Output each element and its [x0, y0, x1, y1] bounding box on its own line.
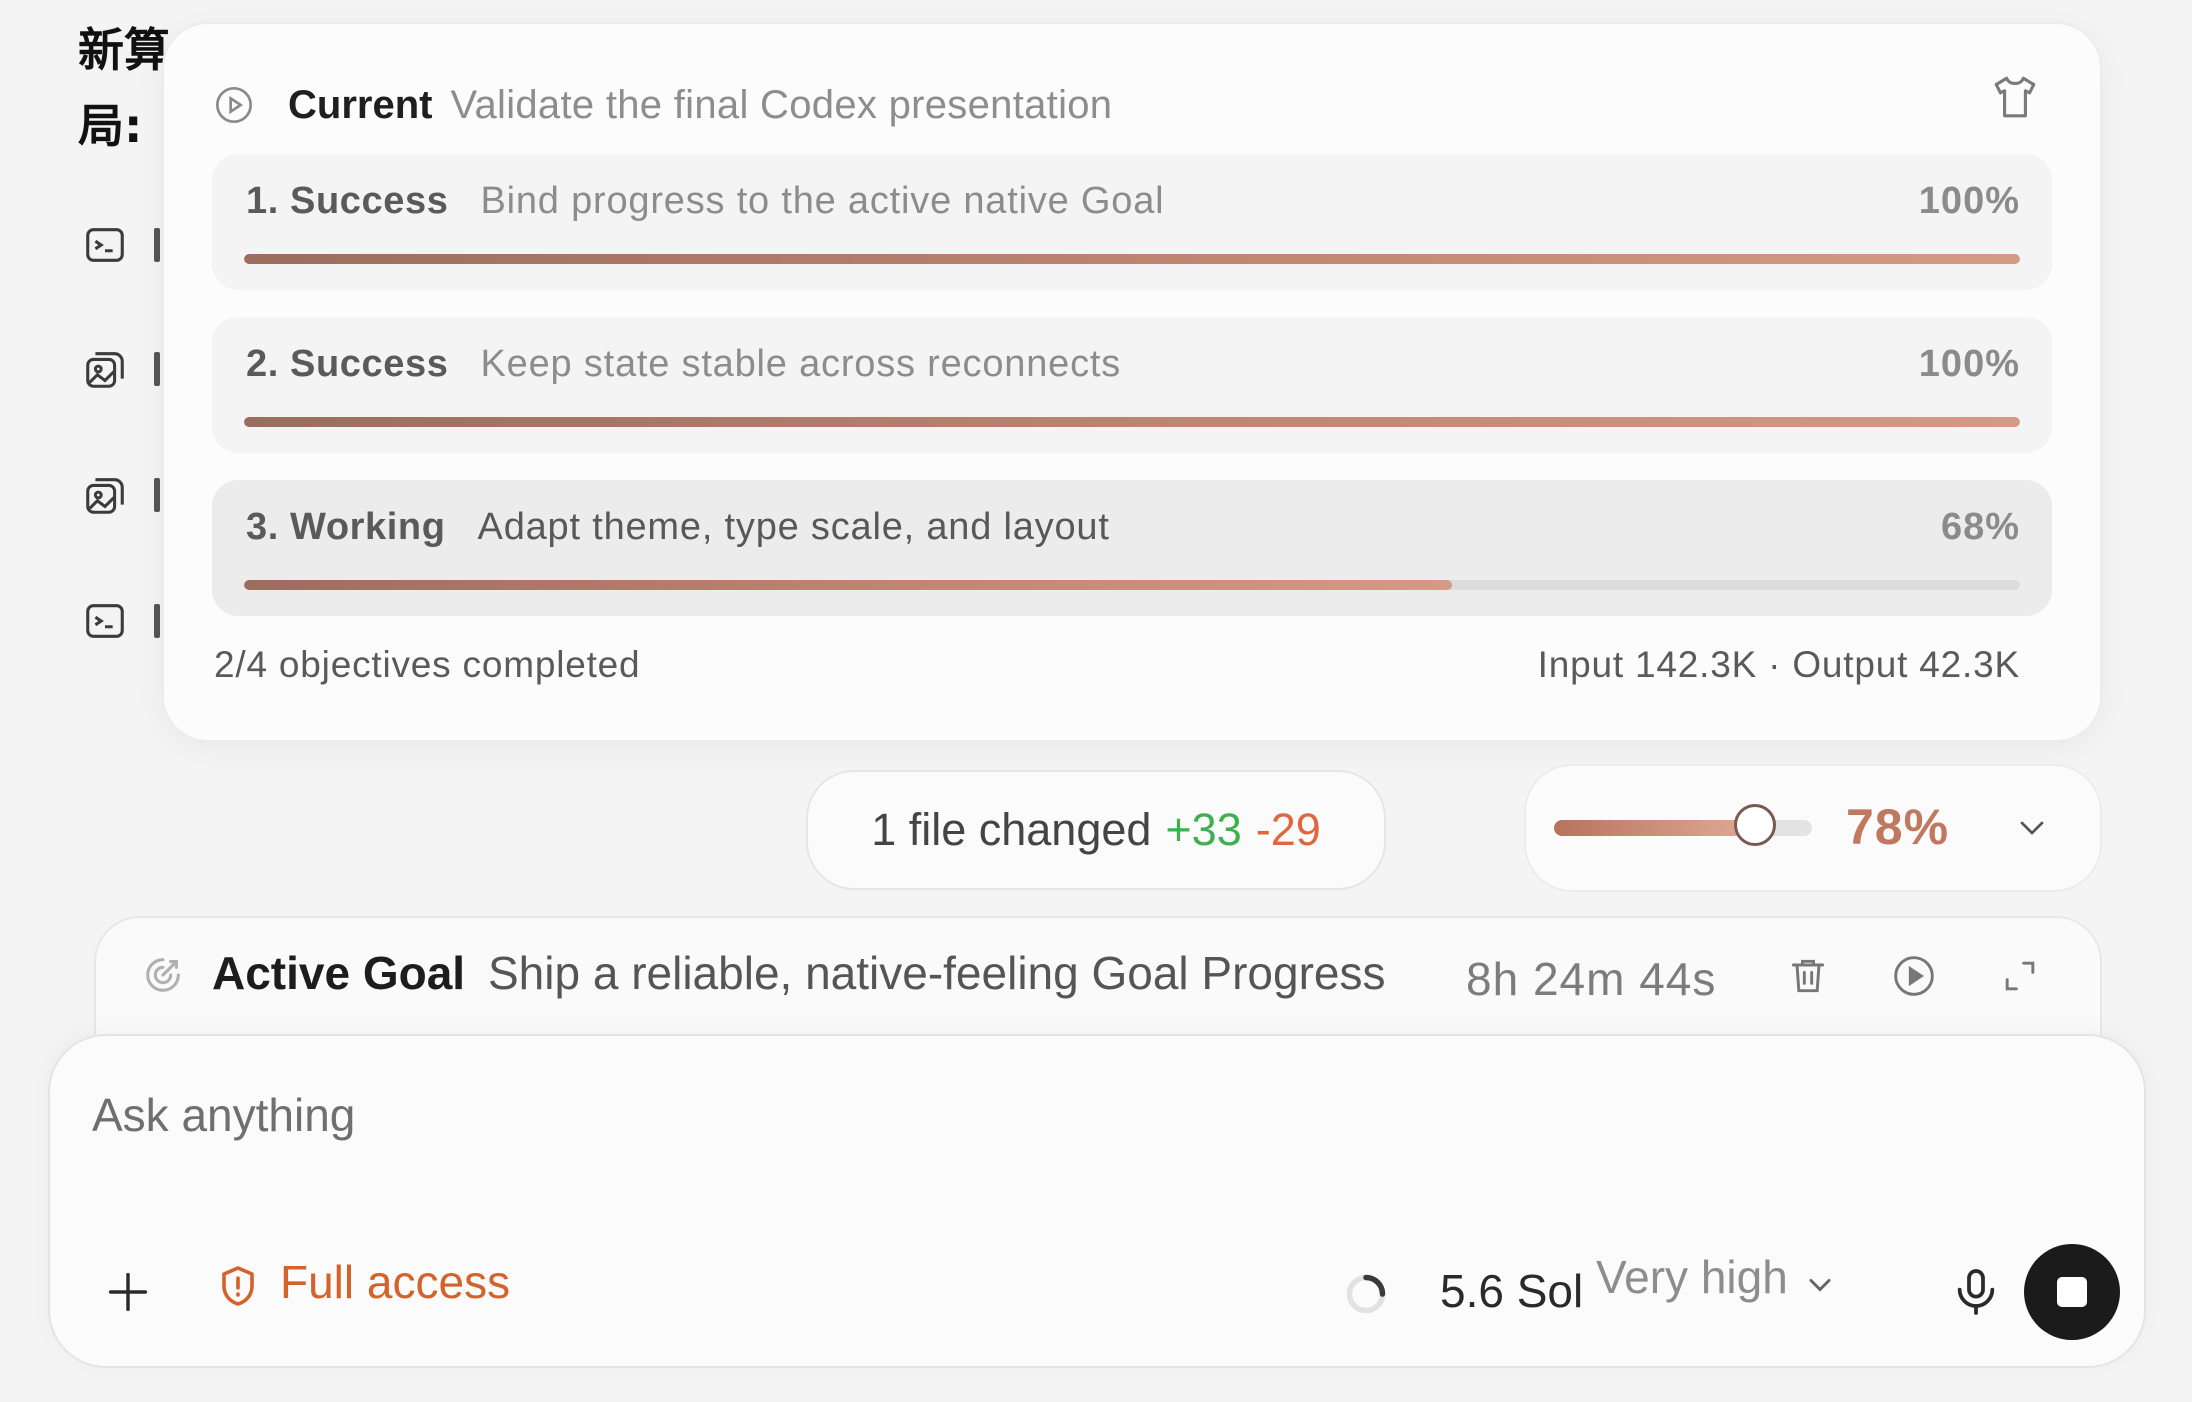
- goal-elapsed-time: 8h 24m 44s: [1466, 953, 1717, 1005]
- goal-progress-panel: Current Validate the final Codex present…: [162, 22, 2102, 742]
- shirt-icon[interactable]: [1990, 72, 2040, 122]
- objective-percent: 100%: [1918, 179, 2020, 222]
- images-icon[interactable]: [82, 346, 128, 392]
- objective-progress-fill: [244, 417, 2020, 427]
- stop-button[interactable]: [2024, 1244, 2120, 1340]
- model-selector[interactable]: 5.6 Sol: [1440, 1264, 1583, 1318]
- objective-percent: 68%: [1940, 505, 2020, 548]
- trash-icon[interactable]: [1786, 954, 1830, 998]
- transcript-fragment: [154, 478, 160, 512]
- play-circle-icon[interactable]: [1892, 954, 1936, 998]
- current-title: Current: [288, 82, 433, 127]
- access-mode-button[interactable]: Full access: [214, 1254, 510, 1310]
- stop-icon: [2057, 1277, 2087, 1307]
- objective-label: 3. Working: [246, 505, 446, 548]
- objective-item[interactable]: 3. Working Adapt theme, type scale, and …: [212, 480, 2052, 616]
- transcript-line: 局:: [78, 99, 143, 153]
- current-description: Validate the final Codex presentation: [450, 82, 1113, 127]
- loading-spinner-icon: [1346, 1274, 1386, 1314]
- files-changed-button[interactable]: 1 file changed +33 -29: [806, 770, 1386, 890]
- objective-text: Bind progress to the active native Goal: [480, 179, 1165, 222]
- budget-slider-thumb[interactable]: [1734, 804, 1777, 846]
- objective-item[interactable]: 1. Success Bind progress to the active n…: [212, 154, 2052, 290]
- chevron-down-icon[interactable]: [2012, 808, 2052, 848]
- objective-label: 1. Success: [246, 179, 449, 222]
- current-header: Current Validate the final Codex present…: [214, 80, 1112, 130]
- budget-percent: 78%: [1846, 799, 1950, 855]
- objective-progress-fill: [244, 580, 1452, 590]
- objective-text: Keep state stable across reconnects: [480, 342, 1122, 385]
- access-mode-label: Full access: [280, 1256, 511, 1308]
- objective-label: 2. Success: [246, 342, 449, 385]
- effort-label: Very high: [1596, 1251, 1788, 1303]
- objective-item[interactable]: 2. Success Keep state stable across reco…: [212, 317, 2052, 453]
- files-changed-label: 1 file changed: [871, 804, 1152, 855]
- objective-text: Adapt theme, type scale, and layout: [477, 505, 1110, 548]
- microphone-icon[interactable]: [1948, 1264, 2004, 1320]
- goal-icon: [146, 958, 180, 992]
- composer: Ask anything Full access 5.6 Sol Very hi…: [48, 1034, 2146, 1368]
- objectives-completed: 2/4 objectives completed: [214, 644, 641, 685]
- objective-percent: 100%: [1918, 342, 2020, 385]
- effort-selector[interactable]: Very high: [1596, 1250, 1838, 1304]
- transcript-fragment: [154, 352, 160, 386]
- chevron-down-icon: [1809, 1279, 1831, 1292]
- transcript-fragment: [154, 228, 160, 262]
- shield-alert-icon: [222, 1266, 254, 1306]
- objective-progress-track: [244, 254, 2020, 264]
- objective-progress-track: [244, 417, 2020, 427]
- plus-icon[interactable]: [102, 1266, 154, 1318]
- lines-removed: -29: [1255, 804, 1321, 855]
- terminal-icon[interactable]: [82, 598, 128, 644]
- transcript-line: 新算: [78, 23, 170, 77]
- active-goal-description: Ship a reliable, native-feeling Goal Pro…: [488, 947, 1386, 999]
- budget-control: 78%: [1524, 764, 2102, 892]
- play-circle-icon: [216, 87, 252, 123]
- budget-slider-fill: [1554, 820, 1756, 836]
- images-icon[interactable]: [82, 472, 128, 518]
- token-usage: Input 142.3K · Output 42.3K: [1537, 644, 2020, 685]
- terminal-icon[interactable]: [82, 222, 128, 268]
- objective-progress-track: [244, 580, 2020, 590]
- active-goal-title: Active Goal: [212, 947, 466, 999]
- expand-icon[interactable]: [1998, 954, 2042, 998]
- transcript-fragment: [154, 604, 160, 638]
- prompt-input[interactable]: Ask anything: [92, 1088, 355, 1142]
- objectives-summary: 2/4 objectives completed Input 142.3K · …: [214, 644, 2020, 686]
- objective-progress-fill: [244, 254, 2020, 264]
- lines-added: +33: [1165, 804, 1242, 855]
